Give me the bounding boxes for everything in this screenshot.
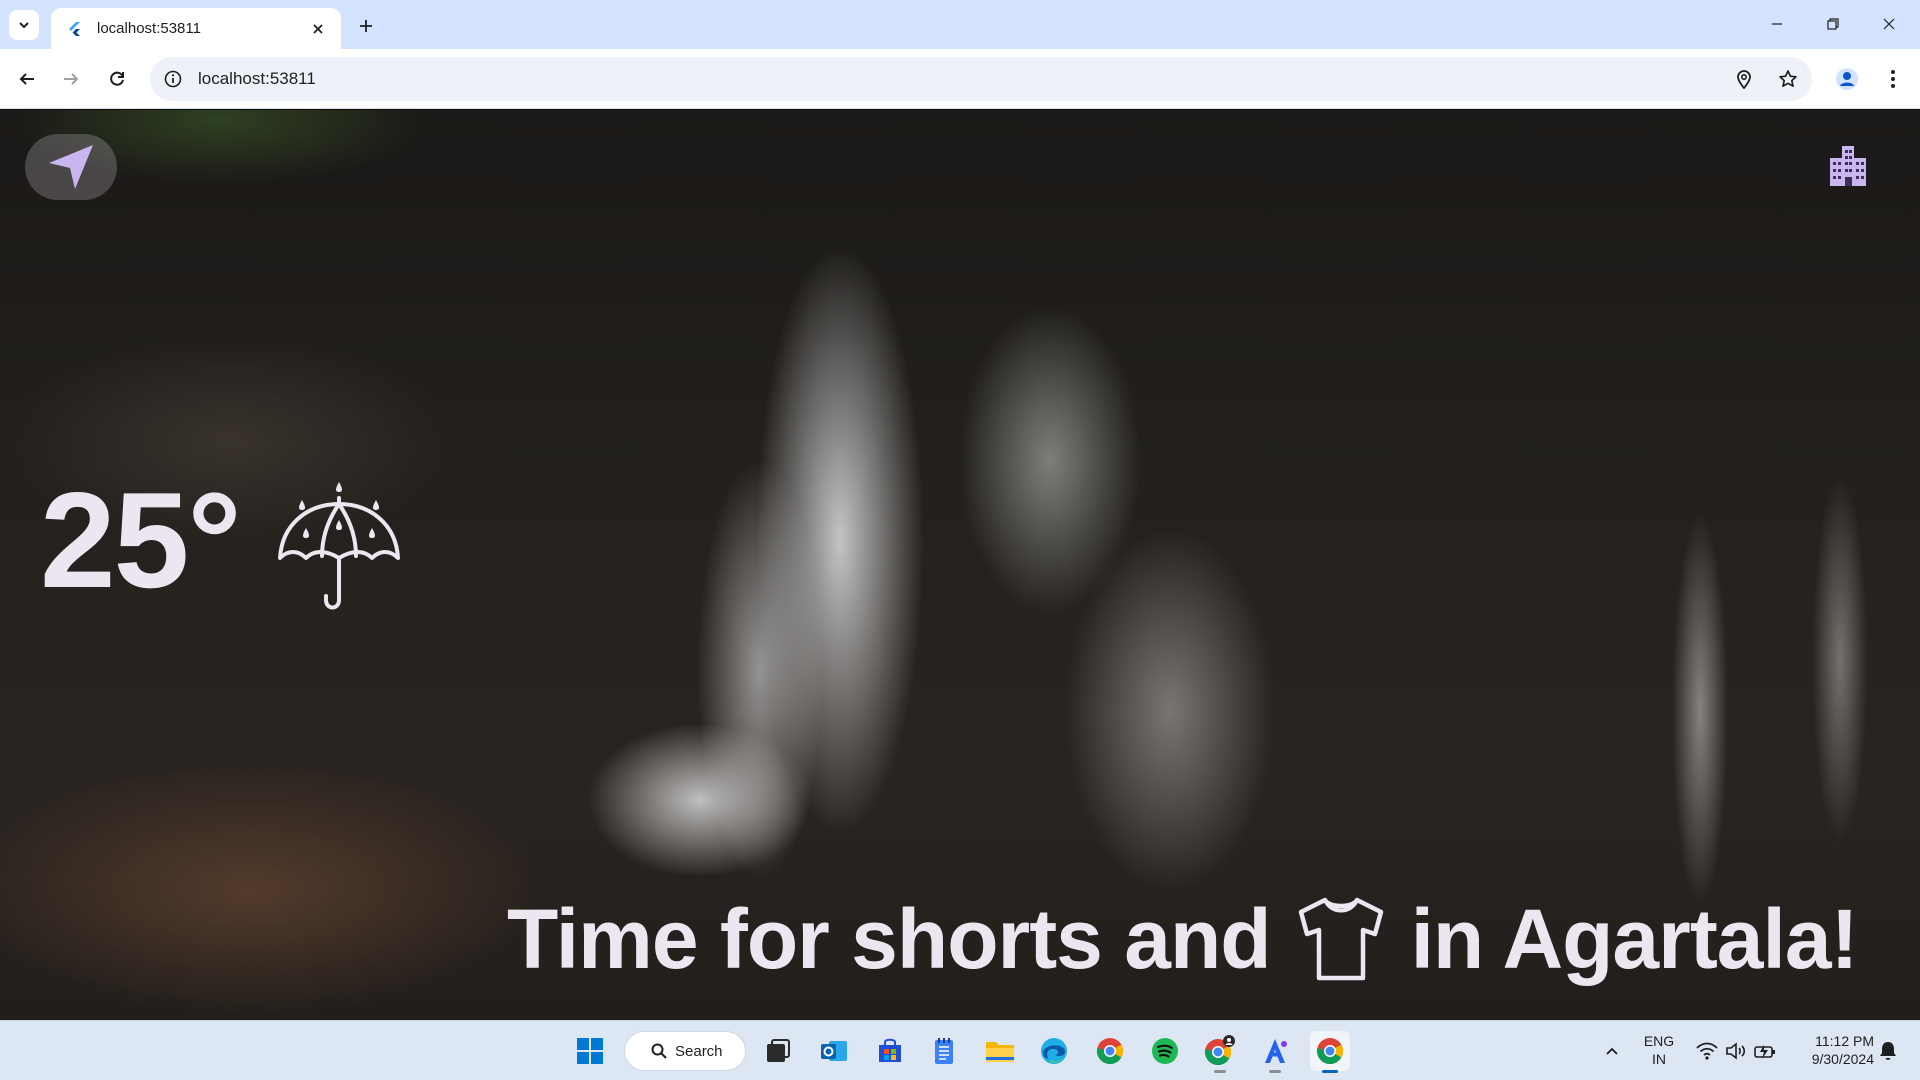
- volume-icon: [1726, 1042, 1746, 1060]
- umbrella-rain-icon: [278, 482, 400, 610]
- microsoft-store-icon: [879, 1038, 901, 1062]
- more-vertical-icon: [1891, 70, 1895, 88]
- language-indicator[interactable]: ENG IN: [1638, 1032, 1680, 1068]
- reload-button[interactable]: [102, 64, 132, 94]
- new-tab-button[interactable]: [352, 12, 380, 40]
- chrome-icon: [1316, 1038, 1344, 1065]
- flutter-favicon-icon: [69, 21, 80, 36]
- clock-date: 9/30/2024: [1811, 1051, 1874, 1067]
- close-icon: [1883, 18, 1895, 30]
- current-location-button[interactable]: [25, 134, 117, 200]
- browser-menu-button[interactable]: [1878, 64, 1908, 94]
- message-text-end: in Agartala!: [1410, 892, 1859, 986]
- taskbar-notepad[interactable]: [924, 1031, 964, 1071]
- close-icon: [313, 23, 323, 34]
- taskbar-chrome[interactable]: [1090, 1031, 1130, 1071]
- taskbar-spotify[interactable]: [1145, 1031, 1185, 1071]
- arrow-right-icon: [64, 73, 79, 85]
- back-button[interactable]: [12, 64, 42, 94]
- quick-settings-button[interactable]: [1686, 1031, 1786, 1071]
- chrome-icon: [1096, 1038, 1124, 1065]
- chevron-up-icon: [1606, 1047, 1618, 1055]
- weather-message: Time for shorts and in Agartala!: [507, 892, 1859, 986]
- taskbar-edge[interactable]: [1034, 1031, 1074, 1071]
- info-icon: [164, 70, 182, 88]
- clock-time: 11:12 PM: [1815, 1033, 1874, 1049]
- minimize-icon: [1772, 23, 1782, 25]
- browser-tab[interactable]: localhost:53811: [51, 8, 341, 49]
- address-bar[interactable]: localhost:53811: [150, 57, 1812, 101]
- windows-taskbar: Search ENG IN 11:12 PM 9/30/2024: [0, 1020, 1920, 1080]
- url-text: localhost:53811: [198, 69, 316, 88]
- app-viewport: 25° Time for shorts and in Agartala!: [0, 110, 1920, 1020]
- wifi-icon: [1696, 1042, 1718, 1060]
- bookmark-button[interactable]: [1774, 65, 1802, 93]
- location-permission-button[interactable]: [1730, 65, 1758, 93]
- chrome-profile-icon: [1204, 1035, 1235, 1066]
- restore-button[interactable]: [1811, 8, 1855, 40]
- chevron-down-icon: [19, 22, 29, 29]
- spotify-icon: [1152, 1038, 1178, 1064]
- battery-icon: [1754, 1045, 1775, 1059]
- city-buildings-icon: [1830, 146, 1866, 186]
- active-indicator: [1322, 1070, 1338, 1073]
- show-hidden-icons-button[interactable]: [1592, 1031, 1632, 1071]
- site-info-button[interactable]: [162, 68, 184, 90]
- notifications-button[interactable]: [1868, 1031, 1908, 1071]
- start-button[interactable]: [570, 1031, 610, 1071]
- edge-browser-icon: [1041, 1038, 1067, 1064]
- location-pin-icon: [1737, 70, 1751, 89]
- windows-logo-icon: [577, 1038, 603, 1064]
- tab-close-button[interactable]: [307, 18, 329, 40]
- browser-tab-strip: localhost:53811: [0, 0, 1920, 49]
- taskbar-chrome-active[interactable]: [1310, 1031, 1350, 1073]
- task-view-button[interactable]: [758, 1031, 798, 1071]
- taskbar-search[interactable]: Search: [624, 1031, 746, 1071]
- minimize-button[interactable]: [1755, 8, 1799, 40]
- language-code: ENG: [1643, 1033, 1675, 1049]
- star-icon: [1779, 70, 1797, 88]
- taskbar-file-explorer[interactable]: [980, 1031, 1020, 1071]
- clock[interactable]: 11:12 PM 9/30/2024: [1792, 1032, 1874, 1068]
- message-text-start: Time for shorts and: [507, 892, 1272, 986]
- task-view-icon: [767, 1039, 790, 1062]
- tab-search-button[interactable]: [9, 10, 39, 40]
- temperature-value: 25°: [40, 464, 242, 616]
- search-label: Search: [675, 1042, 723, 1060]
- running-indicator: [1269, 1070, 1281, 1073]
- bell-icon: [1880, 1042, 1896, 1060]
- profile-avatar-icon: [1836, 68, 1858, 90]
- navigation-arrow-icon: [49, 145, 93, 189]
- city-search-button[interactable]: [1822, 138, 1874, 190]
- close-window-button[interactable]: [1867, 8, 1911, 40]
- running-indicator: [1214, 1070, 1226, 1073]
- tab-title: localhost:53811: [97, 20, 201, 37]
- browser-toolbar: localhost:53811: [0, 49, 1920, 109]
- folder-icon: [986, 1042, 1014, 1062]
- forward-button[interactable]: [56, 64, 86, 94]
- restore-icon: [1827, 18, 1839, 30]
- taskbar-outlook[interactable]: [814, 1031, 854, 1071]
- reload-icon: [110, 71, 124, 86]
- region-code: IN: [1652, 1051, 1666, 1067]
- search-icon: [651, 1043, 667, 1059]
- profile-button[interactable]: [1832, 64, 1862, 94]
- outlook-icon: [821, 1041, 847, 1061]
- taskbar-store[interactable]: [870, 1031, 910, 1071]
- arrow-left-icon: [19, 73, 34, 85]
- taskbar-translate[interactable]: [1255, 1031, 1295, 1073]
- t-shirt-icon: [1298, 897, 1383, 981]
- plus-icon: [360, 20, 372, 32]
- translate-icon: [1265, 1039, 1287, 1063]
- taskbar-chrome-profile[interactable]: [1200, 1031, 1240, 1073]
- notepad-icon: [935, 1038, 953, 1064]
